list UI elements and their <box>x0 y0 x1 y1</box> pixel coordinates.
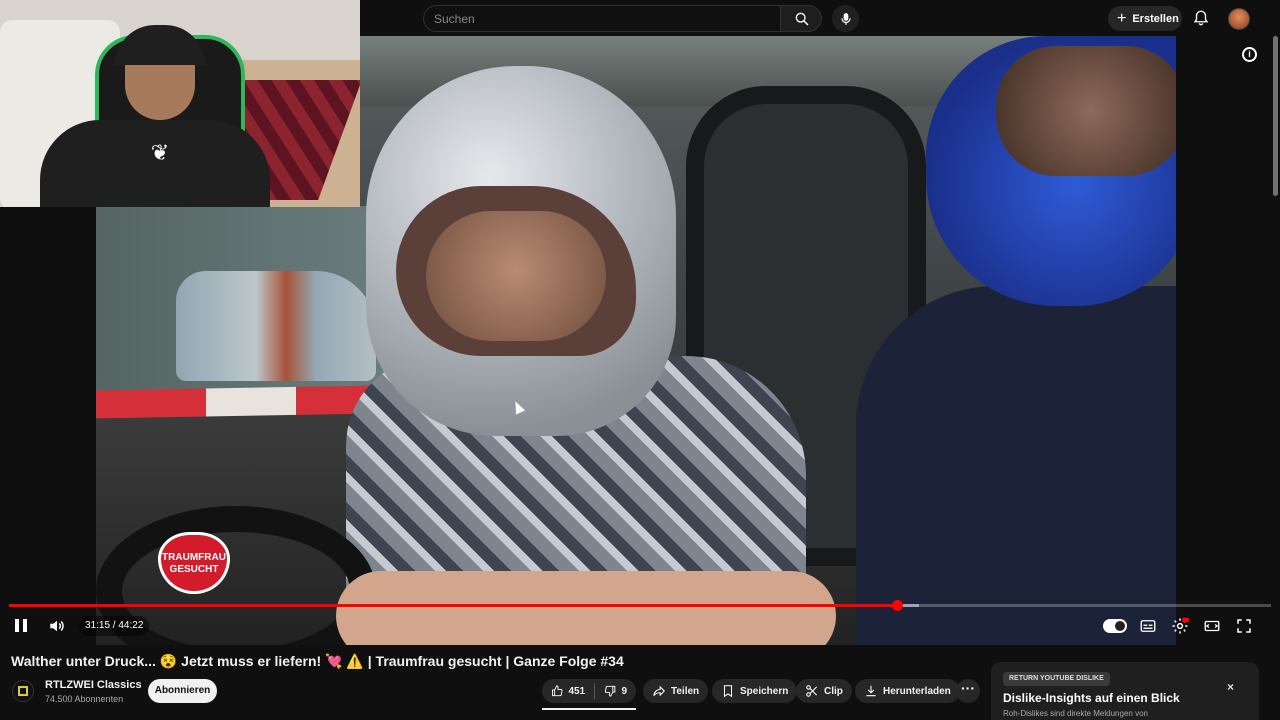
plus-icon: + <box>1117 9 1127 27</box>
channel-name[interactable]: RTLZWEI Classics <box>45 679 142 691</box>
notifications-bell-icon[interactable] <box>1192 9 1210 27</box>
ryd-subtext: Roh-Dislikes sind direkte Meldungen von <box>1003 709 1148 718</box>
channel-avatar[interactable] <box>12 680 34 702</box>
ryd-tag: RETURN YOUTUBE DISLIKE <box>1003 672 1110 686</box>
theater-mode-icon[interactable] <box>1203 617 1221 635</box>
more-actions-button[interactable]: ··· <box>956 679 980 703</box>
subtitles-icon[interactable] <box>1139 617 1157 635</box>
share-button[interactable]: Teilen <box>643 679 709 703</box>
volume-icon[interactable] <box>47 617 67 635</box>
webcam-overlay: ❦ <box>0 0 360 207</box>
return-youtube-dislike-panel: RETURN YOUTUBE DISLIKE Dislike-Insights … <box>991 662 1259 720</box>
channel-logo-icon <box>18 686 28 696</box>
dislike-count[interactable]: 9 <box>621 686 627 697</box>
save-label: Speichern <box>740 685 789 697</box>
close-icon[interactable]: × <box>1227 680 1234 694</box>
subscribe-button[interactable]: Abonnieren <box>148 679 217 703</box>
user-avatar[interactable] <box>1228 8 1250 30</box>
scene-car-poster <box>176 271 376 381</box>
thumbs-up-icon[interactable] <box>551 684 563 698</box>
search-icon <box>795 12 809 26</box>
subscriber-count: 74.500 Abonnenten <box>45 694 124 704</box>
adidas-logo-icon: ❦ <box>150 140 170 165</box>
share-label: Teilen <box>671 685 700 697</box>
video-player[interactable]: TRAUMFRAU GESUCHT ❦ Suchen + Erstellen i… <box>0 0 1280 645</box>
info-icon[interactable]: i <box>1242 47 1257 62</box>
youtube-watch-page: TRAUMFRAU GESUCHT ❦ Suchen + Erstellen i… <box>0 0 1280 720</box>
show-logo-line2: GESUCHT <box>169 564 219 575</box>
scrollbar-thumb[interactable] <box>1273 36 1278 196</box>
download-button[interactable]: Herunterladen <box>855 679 960 703</box>
toggle-knob <box>1115 621 1125 631</box>
scissors-icon <box>806 685 818 697</box>
pause-button[interactable] <box>14 617 28 635</box>
share-icon <box>653 685 665 697</box>
microphone-icon <box>840 12 851 25</box>
progress-played <box>9 604 898 607</box>
bookmark-icon <box>723 685 733 698</box>
show-logo-line1: TRAUMFRAU <box>162 552 226 563</box>
search-button[interactable] <box>780 5 822 32</box>
autoplay-toggle[interactable] <box>1103 619 1127 633</box>
clip-label: Clip <box>824 685 843 697</box>
page-scrollbar[interactable] <box>1271 0 1280 720</box>
like-count[interactable]: 451 <box>568 686 585 697</box>
clip-button[interactable]: Clip <box>796 679 852 703</box>
like-ratio-bar <box>542 708 636 710</box>
download-label: Herunterladen <box>883 685 951 697</box>
scene-person-right <box>856 286 1176 645</box>
settings-gear-icon[interactable] <box>1171 617 1189 635</box>
thumbs-down-icon[interactable] <box>604 684 616 698</box>
search-placeholder: Suchen <box>434 12 475 26</box>
scene-face-center <box>426 211 606 341</box>
scene-hand <box>336 571 836 645</box>
ryd-heading: Dislike-Insights auf einen Blick <box>1003 691 1180 705</box>
show-logo-badge: TRAUMFRAU GESUCHT <box>158 532 230 594</box>
progress-bar[interactable] <box>9 600 1271 611</box>
download-icon <box>866 685 876 697</box>
fullscreen-icon[interactable] <box>1235 617 1253 635</box>
search-input[interactable]: Suchen <box>423 5 781 32</box>
video-title: Walther unter Druck... 😵 Jetzt muss er l… <box>11 653 624 669</box>
voice-search-button[interactable] <box>832 5 859 32</box>
create-button[interactable]: + Erstellen <box>1108 6 1182 31</box>
webcam-headphones <box>115 25 205 65</box>
create-label: Erstellen <box>1132 12 1179 25</box>
heart-icon <box>158 532 230 594</box>
save-button[interactable]: Speichern <box>712 679 798 703</box>
scene-face-right <box>996 46 1176 176</box>
like-dislike-group: 451 9 <box>542 679 636 703</box>
like-divider <box>594 683 596 699</box>
time-display: 31:15 / 44:22 <box>79 616 150 636</box>
